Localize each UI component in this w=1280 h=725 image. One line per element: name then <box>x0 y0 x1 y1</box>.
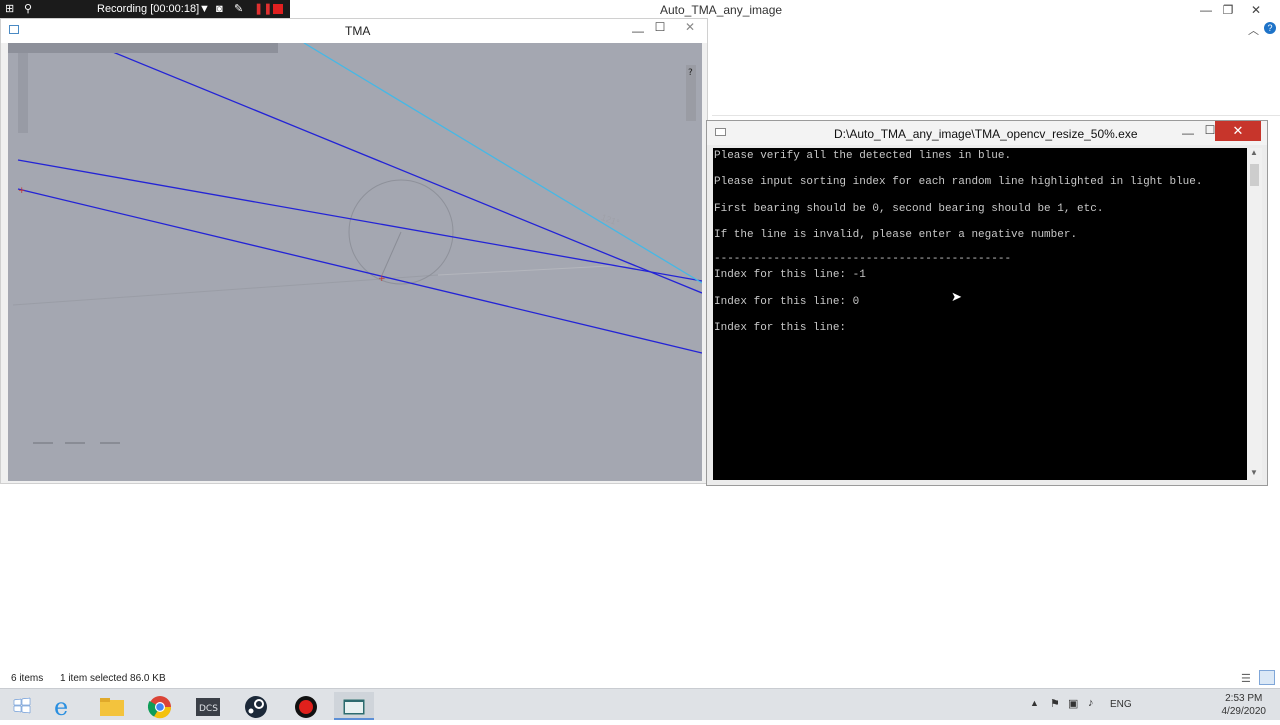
tma-title: TMA <box>345 24 371 38</box>
tool-palette[interactable] <box>18 53 28 133</box>
tma-titlebar: TMA — ☐ ✕ <box>1 19 707 43</box>
console-line: Index for this line: 0 <box>714 296 860 308</box>
console-title: D:\Auto_TMA_any_image\TMA_opencv_resize_… <box>834 127 1138 141</box>
tma-plot: + + ? <box>8 43 702 444</box>
dcs-icon[interactable]: DCS <box>188 692 228 720</box>
network-icon[interactable]: ▣ <box>1068 697 1078 710</box>
volume-icon[interactable]: ♪ <box>1088 697 1094 709</box>
recorder-icon[interactable] <box>286 692 326 720</box>
explorer-title: Auto_TMA_any_image <box>660 3 783 17</box>
console-titlebar: D:\Auto_TMA_any_image\TMA_opencv_resize_… <box>707 121 1267 145</box>
system-tray: ▲ ⚑ ▣ ♪ ENG 2:53 PM 4/29/2020 <box>1030 689 1280 721</box>
tma-minimize-button[interactable]: — <box>627 23 649 39</box>
selection-info: 1 item selected 86.0 KB <box>60 673 166 684</box>
app-icon <box>9 25 19 34</box>
console-app-icon <box>715 128 726 136</box>
console-line: Index for this line: -1 <box>714 269 866 281</box>
search-icon[interactable]: ⚲ <box>24 2 32 16</box>
recording-timer: Recording [00:00:18] <box>97 3 200 15</box>
stop-icon[interactable] <box>273 4 283 14</box>
console-minimize-button[interactable]: — <box>1177 125 1199 141</box>
mouse-cursor-icon: ➤ <box>951 290 962 305</box>
reference-line <box>12 274 439 306</box>
console-output[interactable]: Please verify all the detected lines in … <box>713 148 1247 480</box>
pause-icon[interactable]: ❚❚ <box>254 2 272 16</box>
flag-icon[interactable]: ⚑ <box>1050 697 1060 710</box>
item-count: 6 items <box>11 673 44 684</box>
tma-maximize-button[interactable]: ☐ <box>649 19 671 35</box>
start-button[interactable] <box>2 692 42 720</box>
window-icon[interactable]: ⊞ <box>5 2 14 16</box>
clock-time: 2:53 PM <box>1225 693 1263 704</box>
tma-window: TMA — ☐ ✕ + + ? 121° <box>0 18 708 484</box>
scroll-down-icon[interactable]: ▼ <box>1250 468 1258 477</box>
internet-explorer-icon[interactable]: e <box>44 692 84 721</box>
console-line: If the line is invalid, please enter a n… <box>714 229 1078 241</box>
scrollbar-thumb[interactable] <box>1250 164 1259 186</box>
svg-text:DCS: DCS <box>199 704 218 714</box>
recording-toolbar: ⊞ ⚲ Recording [00:00:18] ▼ ◙ ✎ ❚❚ <box>0 0 290 18</box>
console-line: First bearing should be 0, second bearin… <box>714 203 1104 215</box>
tma-close-button[interactable]: ✕ <box>679 19 701 35</box>
marker-icon: + <box>378 274 386 284</box>
clock[interactable]: 2:53 PM 4/29/2020 <box>1222 692 1267 718</box>
explorer-minimize-button[interactable]: — <box>1195 2 1217 18</box>
details-view-icon[interactable]: ☰ <box>1241 672 1251 685</box>
explorer-ribbon: ︿ ? <box>712 20 1280 116</box>
taskbar: e DCS ▲ ⚑ ▣ ♪ ENG 2:53 PM 4/29/2020 <box>0 688 1280 721</box>
language-indicator[interactable]: ENG <box>1110 699 1132 710</box>
detected-line <box>17 188 702 354</box>
chevron-down-icon[interactable]: ▼ <box>199 2 210 16</box>
steam-icon[interactable] <box>236 692 276 720</box>
console-window: D:\Auto_TMA_any_image\TMA_opencv_resize_… <box>706 120 1268 486</box>
console-scrollbar[interactable]: ▲ ▼ <box>1247 148 1262 480</box>
pen-icon[interactable]: ✎ <box>234 2 243 16</box>
marker-icon: + <box>18 186 26 196</box>
console-separator: ----------------------------------------… <box>714 253 1012 265</box>
detected-line <box>102 47 702 294</box>
scroll-up-icon[interactable]: ▲ <box>1250 148 1258 157</box>
help-icon[interactable]: ? <box>688 68 693 78</box>
bearing-tick <box>381 231 402 276</box>
help-icon[interactable]: ? <box>1264 22 1276 34</box>
explorer-restore-button[interactable]: ❐ <box>1217 2 1239 18</box>
ribbon-collapse-icon[interactable]: ︿ <box>1248 22 1259 38</box>
console-app-taskbar-icon[interactable] <box>334 692 374 720</box>
console-line: Please input sorting index for each rand… <box>714 176 1203 188</box>
explorer-close-button[interactable]: ✕ <box>1245 2 1267 18</box>
console-close-button[interactable]: ✕ <box>1215 121 1261 141</box>
camera-icon[interactable]: ◙ <box>216 2 223 16</box>
file-explorer-icon[interactable] <box>92 692 132 720</box>
console-line: Please verify all the detected lines in … <box>714 150 1012 162</box>
explorer-status-bar: 6 items 1 item selected 86.0 KB ☰ <box>0 670 1280 688</box>
tma-image-canvas[interactable]: + + ? 121° <box>8 43 702 481</box>
chrome-icon[interactable] <box>140 692 180 720</box>
highlighted-line <box>303 43 702 284</box>
console-prompt[interactable]: Index for this line: <box>714 322 853 334</box>
reference-line <box>437 264 629 276</box>
tiles-view-icon[interactable] <box>1259 670 1275 685</box>
tray-chevron-icon[interactable]: ▲ <box>1030 698 1039 708</box>
svg-text:e: e <box>54 693 68 720</box>
clock-date: 4/29/2020 <box>1221 706 1267 717</box>
drawing-toolbar[interactable] <box>8 43 278 53</box>
